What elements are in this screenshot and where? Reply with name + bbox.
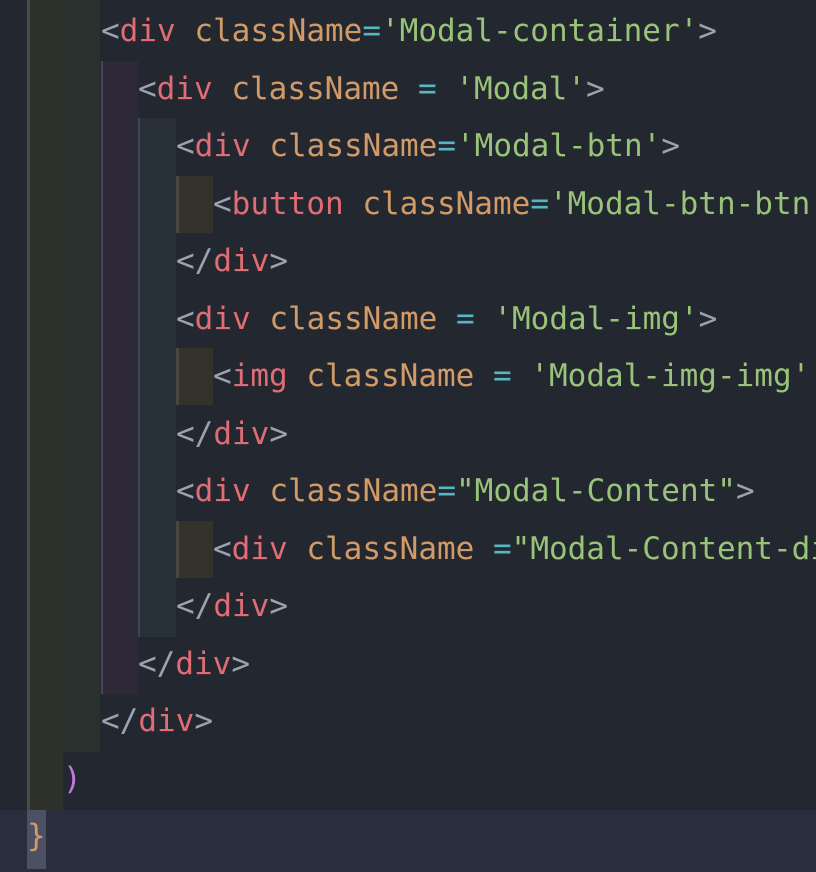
code-line[interactable]: </div> xyxy=(138,636,250,693)
close-bracket: > xyxy=(269,588,288,624)
attribute-value: "Modal-Content-di xyxy=(511,531,816,567)
open-bracket: < xyxy=(213,358,232,394)
code-line[interactable]: </div> xyxy=(176,233,288,290)
close-bracket: > xyxy=(698,13,717,49)
close-bracket: > xyxy=(698,301,718,337)
close-bracket: > xyxy=(194,703,213,739)
equals-operator: = xyxy=(474,358,531,394)
tag-name: img xyxy=(231,358,288,394)
equals-operator: = xyxy=(437,473,456,509)
open-bracket: < xyxy=(213,531,232,567)
open-bracket: < xyxy=(101,13,120,49)
open-bracket: < xyxy=(138,71,157,107)
tag-name: div xyxy=(213,416,270,452)
equals-operator: = xyxy=(437,128,456,164)
open-bracket: </ xyxy=(176,588,214,624)
close-bracket: > xyxy=(585,71,605,107)
indent-guide-level-3 xyxy=(138,118,176,637)
code-line[interactable]: <div className="Modal-Content"> xyxy=(176,463,755,520)
tag-name: div xyxy=(119,13,176,49)
code-line[interactable]: <div className ="Modal-Content-di xyxy=(213,521,816,578)
attribute-name: className xyxy=(362,186,531,222)
open-bracket: < xyxy=(213,186,232,222)
code-line[interactable]: <img className = 'Modal-img-img' xyxy=(213,348,810,405)
attribute-value: 'Modal-container' xyxy=(381,13,699,49)
equals-operator: = xyxy=(399,71,456,107)
attribute-name: className xyxy=(269,301,438,337)
code-line[interactable]: </div> xyxy=(176,578,288,635)
equals-operator: = xyxy=(474,531,512,567)
indent-guide-level-0 xyxy=(27,0,63,810)
tag-name: div xyxy=(194,473,251,509)
attribute-name: className xyxy=(306,358,475,394)
code-line[interactable]: <div className='Modal-container'> xyxy=(101,3,717,60)
open-bracket: </ xyxy=(101,703,139,739)
tag-name: div xyxy=(138,703,195,739)
attribute-name: className xyxy=(269,128,438,164)
open-bracket: < xyxy=(176,301,195,337)
close-bracket: > xyxy=(231,646,250,682)
current-line-highlight xyxy=(0,810,816,872)
attribute-name: className xyxy=(194,13,363,49)
attribute-value: "Modal-Content" xyxy=(456,473,736,509)
tag-name: div xyxy=(194,301,251,337)
close-bracket: > xyxy=(661,128,680,164)
equals-operator: = xyxy=(530,186,549,222)
tag-name: div xyxy=(156,71,213,107)
attribute-value: 'Modal-btn-btn xyxy=(548,186,811,222)
code-line[interactable]: </div> xyxy=(101,693,213,750)
code-line[interactable]: <button className='Modal-btn-btn xyxy=(213,176,810,233)
close-bracket: > xyxy=(735,473,755,509)
attribute-value: 'Modal-img' xyxy=(493,301,699,337)
code-line[interactable]: <div className='Modal-btn'> xyxy=(176,118,680,175)
tag-name: button xyxy=(231,186,344,222)
attribute-value: 'Modal-img-img' xyxy=(530,358,811,394)
equals-operator: = xyxy=(437,301,494,337)
indent-guide-level-1 xyxy=(63,0,100,752)
code-line[interactable]: <div className = 'Modal'> xyxy=(138,61,605,118)
indent-guide-level-4 xyxy=(176,348,213,405)
attribute-value: 'Modal-btn' xyxy=(456,128,662,164)
close-bracket: > xyxy=(269,416,288,452)
indent-guide-level-2 xyxy=(101,61,138,694)
close-paren: ) xyxy=(63,761,82,797)
code-editor[interactable]: <div className='Modal-container'> <div c… xyxy=(0,0,816,872)
tag-name: div xyxy=(194,128,251,164)
equals-operator: = xyxy=(362,13,381,49)
indent-guide-level-4 xyxy=(176,176,213,233)
open-bracket: < xyxy=(176,128,195,164)
open-bracket: </ xyxy=(138,646,176,682)
tag-name: div xyxy=(231,531,288,567)
attribute-value: 'Modal' xyxy=(455,71,586,107)
open-bracket: </ xyxy=(176,416,214,452)
attribute-name: className xyxy=(306,531,475,567)
tag-name: div xyxy=(175,646,232,682)
close-bracket: > xyxy=(269,243,288,279)
indent-guide-level-4 xyxy=(176,521,213,578)
code-line[interactable]: } xyxy=(27,808,46,865)
attribute-name: className xyxy=(269,473,438,509)
code-line[interactable]: </div> xyxy=(176,406,288,463)
code-line[interactable]: ) xyxy=(63,751,82,808)
attribute-name: className xyxy=(231,71,400,107)
close-brace: } xyxy=(27,818,46,854)
code-line[interactable]: <div className = 'Modal-img'> xyxy=(176,291,717,348)
open-bracket: < xyxy=(176,473,195,509)
open-bracket: </ xyxy=(176,243,214,279)
tag-name: div xyxy=(213,243,270,279)
tag-name: div xyxy=(213,588,270,624)
